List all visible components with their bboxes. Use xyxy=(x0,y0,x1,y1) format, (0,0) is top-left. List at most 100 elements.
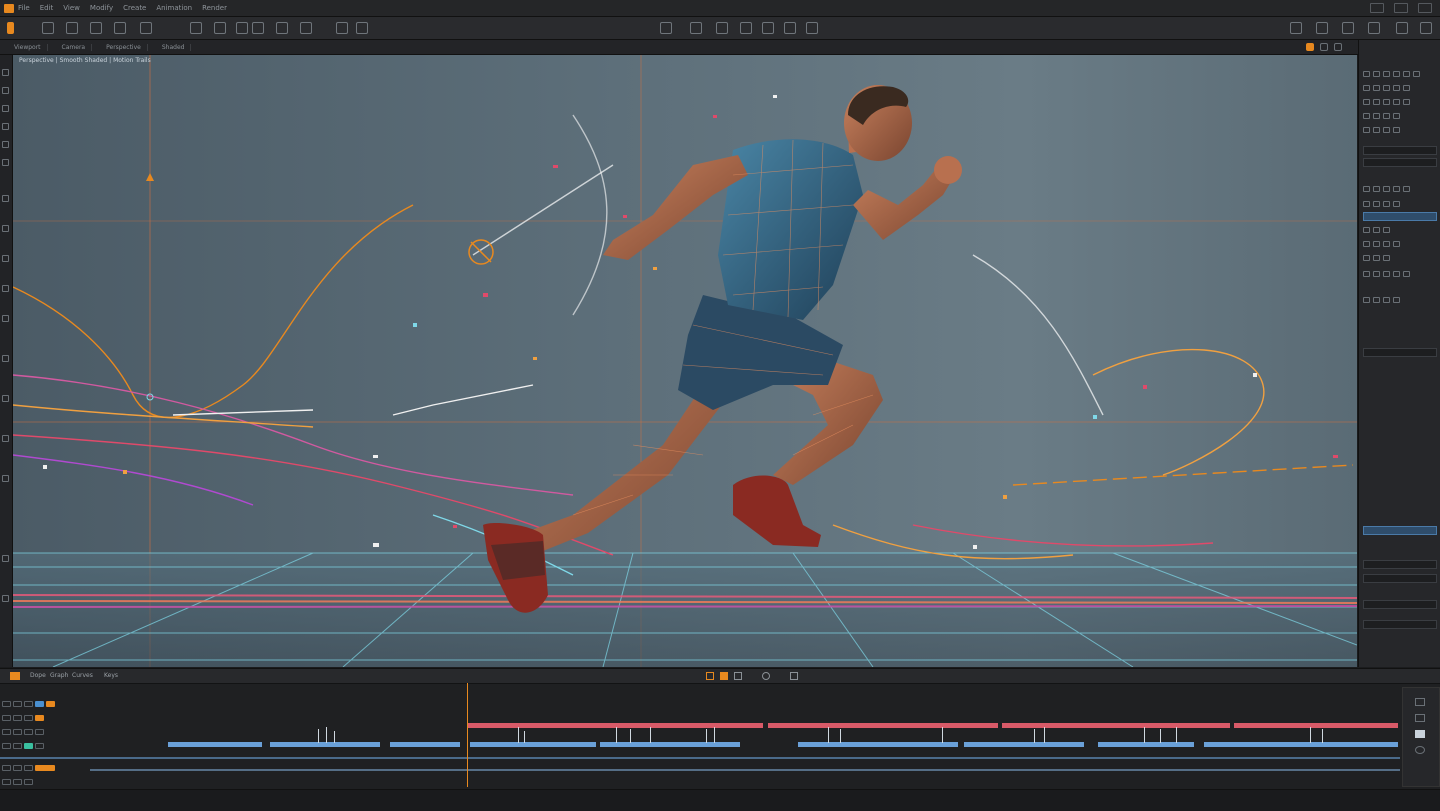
tool-brush-icon[interactable] xyxy=(2,141,9,148)
tab-curves[interactable]: Curves xyxy=(72,672,93,679)
collapse-icon[interactable] xyxy=(1334,43,1342,51)
loop-icon[interactable] xyxy=(356,22,368,34)
tool-measure-icon[interactable] xyxy=(2,355,9,362)
animation-clip[interactable] xyxy=(798,742,958,747)
tool-hand-icon[interactable] xyxy=(2,475,9,482)
property-row[interactable] xyxy=(1363,270,1410,277)
tool-light-icon[interactable] xyxy=(2,595,9,602)
move-tool-icon[interactable] xyxy=(42,22,54,34)
menu-modify[interactable]: Modify xyxy=(90,4,113,12)
property-row[interactable] xyxy=(1363,296,1400,303)
frame-tool-icon[interactable] xyxy=(140,22,152,34)
animation-clip[interactable] xyxy=(168,742,262,747)
keyframe-marker[interactable] xyxy=(714,727,715,743)
tool-move-icon[interactable] xyxy=(2,87,9,94)
playhead[interactable] xyxy=(467,683,468,787)
keyframe-marker[interactable] xyxy=(942,727,943,743)
keyframe-marker[interactable] xyxy=(326,727,327,743)
keyframe-marker[interactable] xyxy=(1322,729,1323,743)
tool-select-icon[interactable] xyxy=(2,69,9,76)
tab-perspective[interactable]: Perspective xyxy=(100,43,148,51)
prev-key-icon[interactable] xyxy=(706,672,714,680)
tool-rotate-icon[interactable] xyxy=(2,105,9,112)
animation-clip[interactable] xyxy=(270,742,380,747)
keyframe-marker[interactable] xyxy=(518,727,519,743)
snap-icon[interactable] xyxy=(214,22,226,34)
property-row[interactable] xyxy=(1363,254,1390,261)
close-icon[interactable] xyxy=(1418,3,1432,13)
property-row[interactable] xyxy=(1363,84,1410,91)
menu-view[interactable]: View xyxy=(63,4,80,12)
loop-playback-icon[interactable] xyxy=(784,22,796,34)
step-forward-icon[interactable] xyxy=(740,22,752,34)
animation-clip[interactable] xyxy=(964,742,1084,747)
keyframe-marker[interactable] xyxy=(1044,727,1045,743)
keyframe-marker[interactable] xyxy=(706,729,707,743)
lock-icon[interactable] xyxy=(1415,730,1425,738)
render-icon[interactable] xyxy=(1290,22,1302,34)
track-header[interactable] xyxy=(2,701,55,708)
tool-scale-icon[interactable] xyxy=(2,123,9,130)
record-icon[interactable] xyxy=(762,22,774,34)
menu-file[interactable]: File xyxy=(18,4,30,12)
keyframe-marker[interactable] xyxy=(828,727,829,743)
animation-clip[interactable] xyxy=(768,723,998,728)
property-row[interactable] xyxy=(1363,226,1390,233)
camera-icon[interactable] xyxy=(276,22,288,34)
property-field[interactable] xyxy=(1363,348,1437,357)
key-icon[interactable] xyxy=(336,22,348,34)
property-field[interactable] xyxy=(1363,620,1437,629)
tab-keys[interactable]: Keys xyxy=(104,672,118,679)
gear-icon[interactable] xyxy=(1342,22,1354,34)
property-row[interactable] xyxy=(1363,112,1400,119)
tab-graph[interactable]: Graph xyxy=(50,672,68,679)
keyframe-marker[interactable] xyxy=(334,731,335,743)
tab-camera[interactable]: Camera xyxy=(56,43,93,51)
property-field[interactable] xyxy=(1363,158,1437,167)
pen-tool-icon[interactable] xyxy=(114,22,126,34)
property-row[interactable] xyxy=(1363,200,1400,207)
property-row[interactable] xyxy=(1363,240,1400,247)
tool-bone-icon[interactable] xyxy=(2,195,9,202)
timeline-ruler[interactable] xyxy=(0,684,1400,694)
keyframe-marker[interactable] xyxy=(1310,727,1311,743)
tab-viewport[interactable]: Viewport xyxy=(8,43,48,51)
scale-tool-icon[interactable] xyxy=(90,22,102,34)
animation-clip[interactable] xyxy=(470,742,596,747)
selected-property-field[interactable] xyxy=(1363,212,1437,221)
property-field[interactable] xyxy=(1363,600,1437,609)
circle-tool-icon[interactable] xyxy=(190,22,202,34)
keyframe-marker[interactable] xyxy=(840,729,841,743)
menu-create[interactable]: Create xyxy=(123,4,146,12)
property-row[interactable] xyxy=(1363,98,1410,105)
layers-icon[interactable] xyxy=(1316,22,1328,34)
track-header[interactable] xyxy=(2,779,33,786)
keyframe-marker[interactable] xyxy=(1034,729,1035,743)
animation-clip[interactable] xyxy=(390,742,460,747)
zoom-in-icon[interactable] xyxy=(1415,698,1425,706)
tool-zoom-icon[interactable] xyxy=(2,435,9,442)
grid-icon[interactable] xyxy=(252,22,264,34)
play-back-icon[interactable] xyxy=(660,22,672,34)
property-field[interactable] xyxy=(1363,574,1437,583)
track-header[interactable] xyxy=(2,765,55,772)
runner-figure[interactable] xyxy=(483,85,962,613)
expand-icon[interactable] xyxy=(1320,43,1328,51)
rotate-tool-icon[interactable] xyxy=(66,22,78,34)
maximize-icon[interactable] xyxy=(1394,3,1408,13)
play-icon[interactable] xyxy=(690,22,702,34)
keyframe-marker[interactable] xyxy=(1160,729,1161,743)
animation-clip[interactable] xyxy=(1002,723,1230,728)
tool-lasso-icon[interactable] xyxy=(2,159,9,166)
target-marker-icon[interactable] xyxy=(468,239,494,265)
selected-property-field[interactable] xyxy=(1363,526,1437,535)
tab-dope[interactable]: Dope xyxy=(30,672,46,679)
keyframe-marker[interactable] xyxy=(1144,727,1145,743)
pause-icon[interactable] xyxy=(716,22,728,34)
keyframe-marker[interactable] xyxy=(630,729,631,743)
magnet-icon[interactable] xyxy=(236,22,248,34)
menu-edit[interactable]: Edit xyxy=(40,4,54,12)
tool-ik-icon[interactable] xyxy=(2,225,9,232)
property-field[interactable] xyxy=(1363,146,1437,155)
zoom-out-icon[interactable] xyxy=(1415,714,1425,722)
